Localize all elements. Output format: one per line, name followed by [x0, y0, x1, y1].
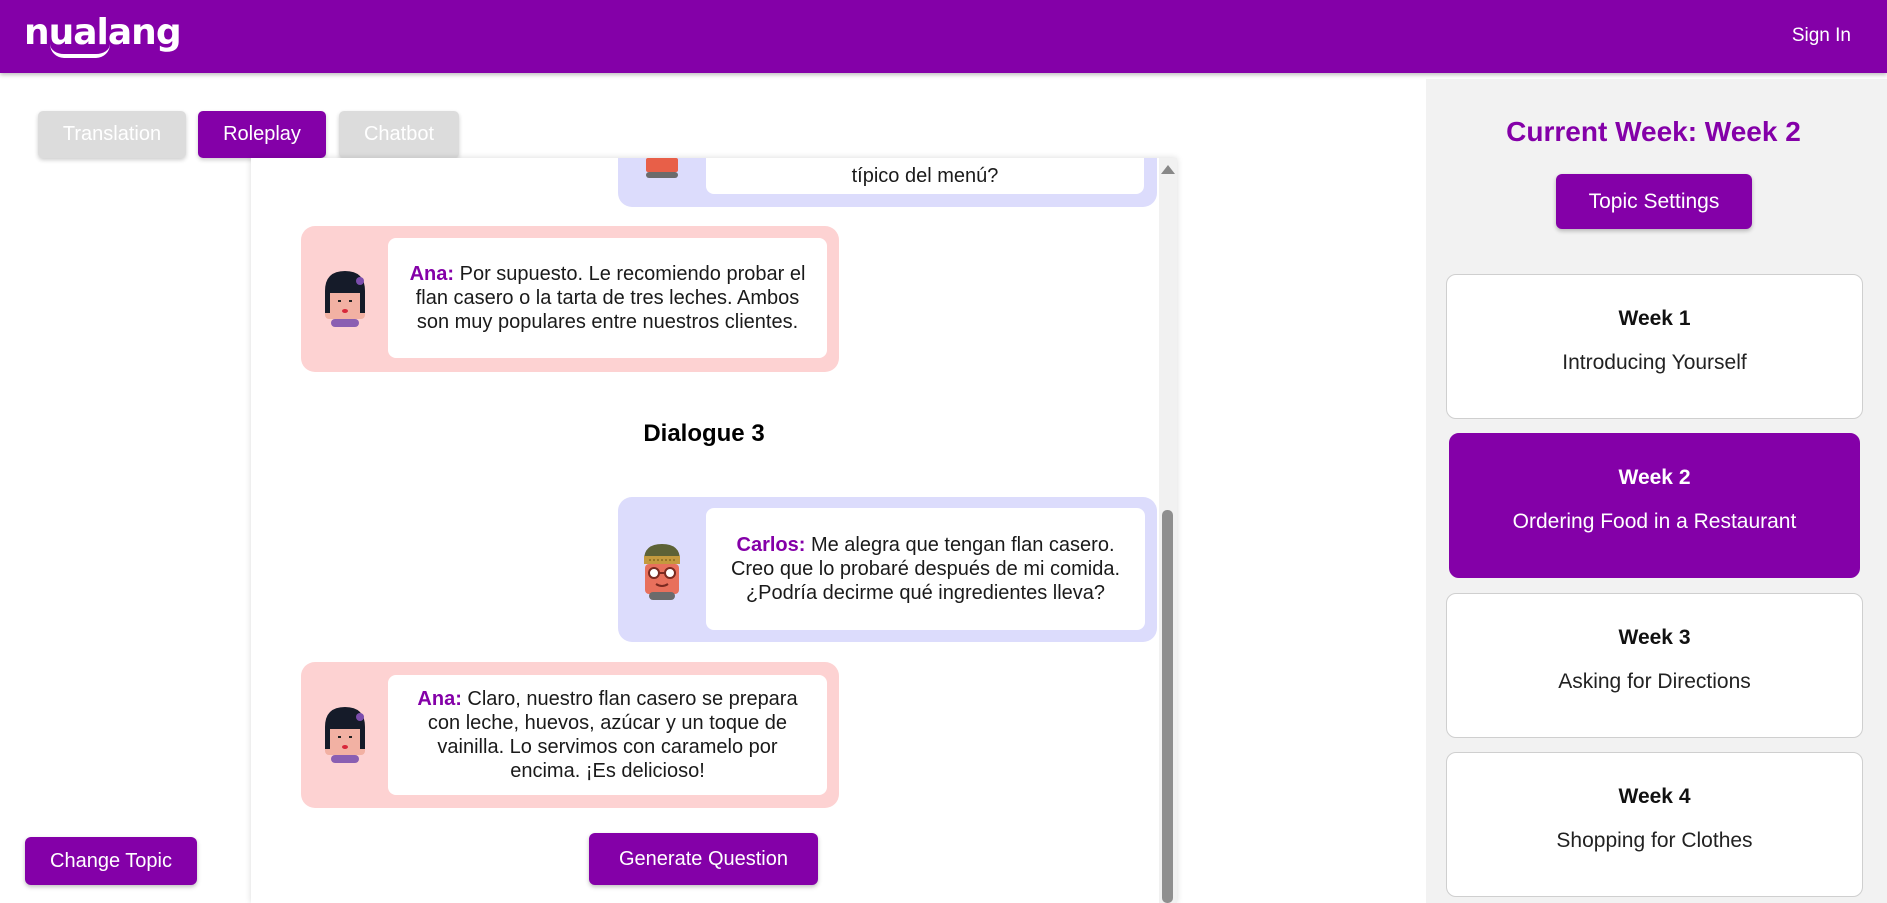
- week-card-4[interactable]: Week 4 Shopping for Clothes: [1446, 752, 1863, 897]
- carlos-avatar-icon: [639, 540, 685, 607]
- top-navbar: nualang Sign In: [0, 0, 1887, 73]
- sign-in-button[interactable]: Sign In: [1779, 18, 1863, 54]
- week-topic: Shopping for Clothes: [1556, 829, 1753, 852]
- speaker-name-ana: Ana:: [409, 263, 455, 285]
- speaker-name-carlos: Carlos:: [736, 534, 806, 556]
- ana-message-text: Ana: Por supuesto. Le recomiendo probar …: [388, 238, 827, 358]
- scroll-up-arrow-icon[interactable]: [1161, 165, 1175, 174]
- week-topic: Introducing Yourself: [1562, 351, 1747, 374]
- carlos-message-text: típico del menú?: [706, 158, 1144, 194]
- generate-question-button[interactable]: Generate Question: [589, 833, 818, 885]
- scrollbar-thumb[interactable]: [1162, 510, 1173, 903]
- week-card-3[interactable]: Week 3 Asking for Directions: [1446, 593, 1863, 738]
- dialogue-heading: Dialogue 3: [643, 420, 765, 447]
- week-title: Week 3: [1618, 626, 1691, 649]
- message-text: Por supuesto. Le recomiendo probar el fl…: [415, 263, 806, 333]
- carlos-message-text: Carlos: Me alegra que tengan flan casero…: [706, 508, 1145, 630]
- logo-smile-icon: [50, 44, 110, 58]
- current-week-heading: Current Week: Week 2: [1506, 116, 1801, 147]
- tab-chatbot[interactable]: Chatbot: [339, 111, 459, 158]
- topic-settings-button[interactable]: Topic Settings: [1556, 174, 1752, 229]
- week-topic: Ordering Food in a Restaurant: [1512, 510, 1797, 533]
- carlos-avatar-icon: [646, 158, 678, 183]
- tab-roleplay[interactable]: Roleplay: [198, 111, 326, 158]
- ana-avatar-icon: [322, 705, 368, 770]
- message-text: típico del menú?: [851, 165, 999, 187]
- ana-message-text: Ana: Claro, nuestro flan casero se prepa…: [388, 675, 827, 795]
- week-topic: Asking for Directions: [1558, 670, 1751, 693]
- change-topic-button[interactable]: Change Topic: [25, 837, 197, 885]
- tab-translation[interactable]: Translation: [38, 111, 186, 158]
- message-text: Claro, nuestro flan casero se prepara co…: [427, 688, 798, 782]
- ana-avatar-icon: [322, 269, 368, 334]
- week-title: Week 4: [1618, 785, 1691, 808]
- week-title: Week 2: [1618, 466, 1691, 489]
- week-title: Week 1: [1618, 307, 1691, 330]
- week-card-1[interactable]: Week 1 Introducing Yourself: [1446, 274, 1863, 419]
- speaker-name-ana: Ana:: [417, 688, 462, 710]
- week-card-2[interactable]: Week 2 Ordering Food in a Restaurant: [1449, 433, 1860, 578]
